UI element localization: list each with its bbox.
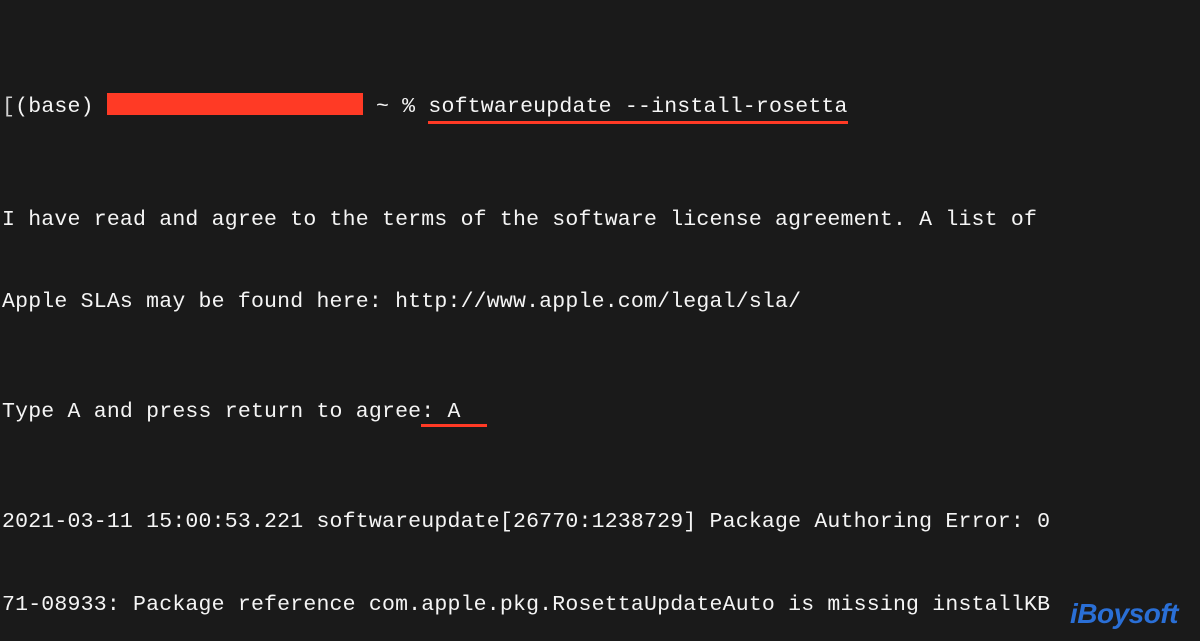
output-line: 71-08933: Package reference com.apple.pk… <box>2 592 1194 620</box>
terminal-window[interactable]: [(base) ~ % softwareupdate --install-ros… <box>0 0 1200 641</box>
conda-env: (base) <box>15 95 94 119</box>
agree-input[interactable]: : A <box>421 400 487 427</box>
watermark-logo: iBoysoft <box>1070 600 1178 628</box>
output-line: 2021-03-11 15:00:53.221 softwareupdate[2… <box>2 509 1194 537</box>
redacted-user-host <box>107 93 363 115</box>
bracket-open: [ <box>2 95 15 119</box>
prompt-suffix: ~ % <box>363 95 429 119</box>
agree-prompt-text: Type A and press return to agree <box>2 400 421 424</box>
output-line: I have read and agree to the terms of th… <box>2 207 1194 235</box>
prompt-line-1: [(base) ~ % softwareupdate --install-ros… <box>2 93 1194 125</box>
command-text: softwareupdate --install-rosetta <box>428 94 847 125</box>
agree-line: Type A and press return to agree: A <box>2 399 1194 427</box>
output-line: Apple SLAs may be found here: http://www… <box>2 289 1194 317</box>
